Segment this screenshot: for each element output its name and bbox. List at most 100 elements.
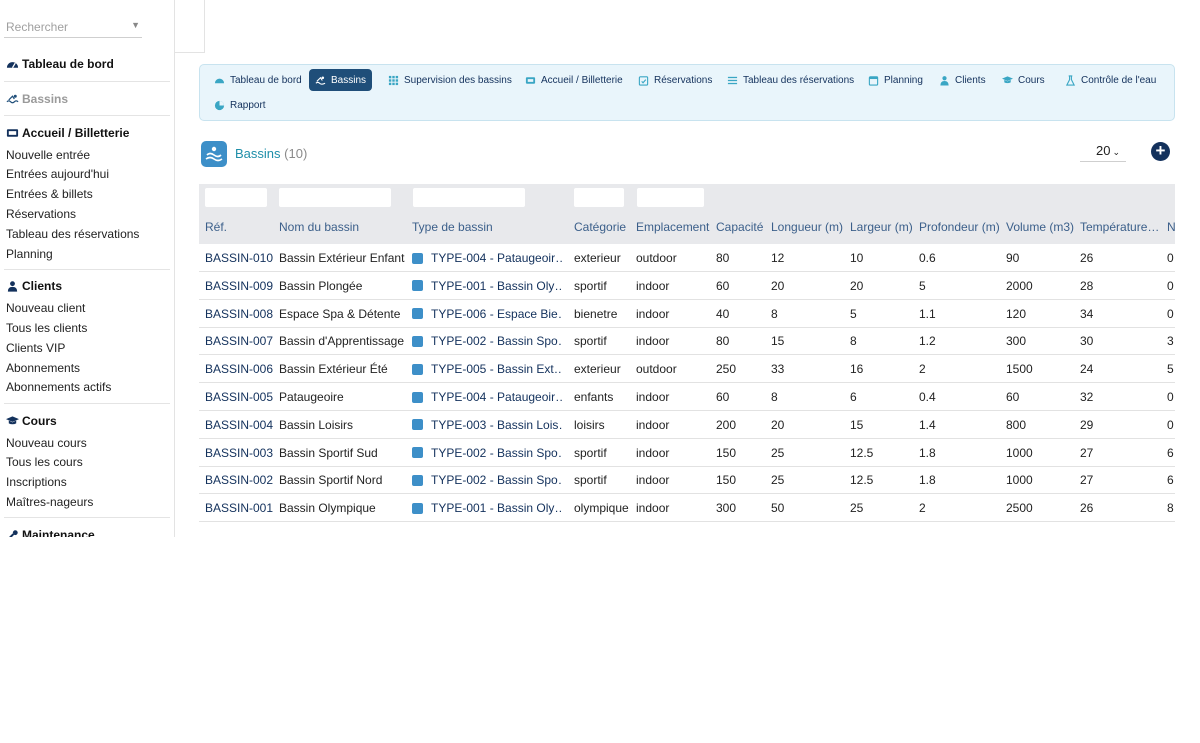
sidebar-item-new-entry[interactable]: Nouvelle entrée	[6, 148, 90, 162]
sidebar-section-title: Clients	[22, 279, 63, 293]
pool-type-icon	[412, 419, 423, 431]
filter-name-input[interactable]	[279, 188, 391, 207]
column-header-name[interactable]: Nom du bassin	[279, 220, 359, 234]
cell-depth: 0.6	[919, 251, 936, 265]
cell-ref[interactable]: BASSIN-001	[205, 501, 273, 515]
tab-planning[interactable]: Planning	[862, 69, 929, 91]
graduation-cap-icon	[1002, 75, 1013, 83]
tab-clients[interactable]: Clients	[933, 69, 992, 91]
cell-type[interactable]: TYPE-002 - Bassin Spo…	[412, 446, 562, 460]
cell-ref[interactable]: BASSIN-008	[205, 307, 273, 321]
column-header-ref[interactable]: Réf.	[205, 220, 227, 234]
sidebar-item-active-subscriptions[interactable]: Abonnements actifs	[6, 380, 111, 394]
sidebar-item-subscriptions[interactable]: Abonnements	[6, 361, 80, 375]
column-header-type[interactable]: Type de bassin	[412, 220, 493, 234]
sidebar-item-vip-clients[interactable]: Clients VIP	[6, 341, 65, 355]
sidebar-item-reservations-table[interactable]: Tableau des réservations	[6, 227, 139, 241]
calendar-check-icon	[638, 75, 649, 86]
cell-location: indoor	[636, 278, 670, 293]
cell-category: exterieur	[574, 251, 621, 265]
cell-ref[interactable]: BASSIN-004	[205, 418, 273, 432]
sidebar-item-all-clients[interactable]: Tous les clients	[6, 321, 87, 335]
column-header-width[interactable]: Largeur (m)	[850, 220, 913, 234]
cell-type[interactable]: TYPE-001 - Bassin Oly…	[412, 279, 562, 293]
sidebar-section-courses[interactable]: Cours	[6, 414, 57, 428]
table-row[interactable]: BASSIN-009 Bassin Plongée TYPE-001 - Bassi…	[199, 272, 1175, 300]
sidebar-item-all-courses[interactable]: Tous les cours	[6, 455, 83, 469]
search-input[interactable]: Rechercher ▼	[4, 16, 142, 38]
table-row[interactable]: BASSIN-005 Pataugeoire TYPE-004 - Pataugeo…	[199, 383, 1175, 411]
tab-reception[interactable]: Accueil / Billetterie	[519, 69, 629, 91]
cell-depth: 1.8	[919, 445, 936, 460]
swimmer-icon	[315, 75, 326, 85]
sidebar-item-planning[interactable]: Planning	[6, 247, 53, 261]
sidebar-item-lifeguards[interactable]: Maîtres-nageurs	[6, 495, 93, 509]
cell-type[interactable]: TYPE-001 - Bassin Oly…	[412, 501, 562, 515]
sidebar-item-dashboard[interactable]: Tableau de bord	[6, 57, 114, 71]
table-row[interactable]: BASSIN-007 Bassin d'Apprentissage TYPE-002…	[199, 327, 1175, 356]
filter-category-input[interactable]	[574, 188, 624, 207]
cell-ref[interactable]: BASSIN-009	[205, 279, 273, 293]
cell-n: 0	[1167, 306, 1174, 321]
sidebar-section-clients[interactable]: Clients	[6, 279, 62, 293]
cell-type[interactable]: TYPE-006 - Espace Bie…	[412, 307, 562, 321]
table-row[interactable]: BASSIN-001 Bassin Olympique TYPE-001 - Bas…	[199, 494, 1175, 522]
tab-water-control[interactable]: Contrôle de l'eau	[1059, 69, 1162, 91]
filter-ref-input[interactable]	[205, 188, 267, 207]
per-page-select[interactable]: 20 ⌄	[1080, 142, 1126, 162]
sidebar-item-registrations[interactable]: Inscriptions	[6, 475, 67, 489]
column-header-volume[interactable]: Volume (m3)	[1006, 220, 1074, 234]
tab-reservations-table[interactable]: Tableau des réservations	[721, 69, 860, 91]
sidebar-item-entries-tickets[interactable]: Entrées & billets	[6, 187, 93, 201]
cell-ref[interactable]: BASSIN-002	[205, 473, 273, 487]
cell-type[interactable]: TYPE-002 - Bassin Spo…	[412, 334, 562, 348]
sidebar-item-reservations[interactable]: Réservations	[6, 207, 76, 221]
tab-courses[interactable]: Cours	[996, 69, 1051, 91]
table-row[interactable]: BASSIN-004 Bassin Loisirs TYPE-003 - Bassi…	[199, 411, 1175, 439]
pool-list-icon	[201, 141, 227, 167]
tab-dashboard[interactable]: Tableau de bord	[208, 69, 308, 91]
column-header-category[interactable]: Catégorie	[574, 220, 626, 234]
table-row[interactable]: BASSIN-002 Bassin Sportif Nord TYPE-002 - …	[199, 466, 1175, 495]
column-header-location[interactable]: Emplacement	[636, 220, 709, 234]
cell-depth: 1.4	[919, 417, 936, 432]
sidebar-section-maintenance[interactable]: Maintenance	[6, 528, 95, 537]
tab-pools[interactable]: Bassins	[309, 69, 373, 91]
chevron-down-icon[interactable]: ▼	[131, 20, 140, 30]
cell-ref[interactable]: BASSIN-006	[205, 362, 273, 376]
cell-type[interactable]: TYPE-003 - Bassin Lois…	[412, 418, 562, 432]
table-row[interactable]: BASSIN-010 Bassin Extérieur Enfants TYPE-0…	[199, 244, 1175, 272]
column-header-n[interactable]: N	[1167, 220, 1175, 234]
sidebar-section-reception[interactable]: Accueil / Billetterie	[6, 126, 129, 140]
sidebar-section-title: Maintenance	[22, 528, 95, 537]
table-row[interactable]: BASSIN-006 Bassin Extérieur Été TYPE-005 -…	[199, 355, 1175, 384]
filter-type-input[interactable]	[413, 188, 525, 207]
tab-reservations[interactable]: Réservations	[632, 69, 718, 91]
column-header-depth[interactable]: Profondeur (m)	[919, 220, 1000, 234]
tab-report[interactable]: Rapport	[208, 94, 272, 116]
cell-ref[interactable]: BASSIN-003	[205, 446, 273, 460]
grid-icon	[388, 75, 399, 85]
sidebar-item-new-client[interactable]: Nouveau client	[6, 301, 85, 315]
cell-type[interactable]: TYPE-004 - Pataugeoir…	[412, 251, 562, 265]
divider	[4, 517, 170, 518]
add-pool-button[interactable]: +	[1151, 142, 1170, 161]
tab-pool-supervision[interactable]: Supervision des bassins	[382, 69, 518, 91]
cell-type[interactable]: TYPE-004 - Pataugeoir…	[412, 390, 562, 404]
sidebar-item-entries-today[interactable]: Entrées aujourd'hui	[6, 167, 109, 181]
table-row[interactable]: BASSIN-008 Espace Spa & Détente TYPE-006 -…	[199, 300, 1175, 328]
sidebar-item-pools[interactable]: Bassins	[6, 92, 68, 106]
cell-type[interactable]: TYPE-002 - Bassin Spo…	[412, 473, 562, 487]
column-header-capacity[interactable]: Capacité	[716, 220, 763, 234]
cell-ref[interactable]: BASSIN-005	[205, 390, 273, 404]
column-header-length[interactable]: Longueur (m)	[771, 220, 843, 234]
filter-location-input[interactable]	[637, 188, 704, 207]
cell-name: Espace Spa & Détente	[279, 306, 401, 321]
cell-ref[interactable]: BASSIN-007	[205, 334, 273, 348]
table-row[interactable]: BASSIN-003 Bassin Sportif Sud TYPE-002 - B…	[199, 439, 1175, 467]
cell-type[interactable]: TYPE-005 - Bassin Ext…	[412, 362, 562, 376]
sidebar-item-new-course[interactable]: Nouveau cours	[6, 436, 87, 450]
column-header-temperature[interactable]: Température…	[1080, 220, 1159, 234]
cell-ref[interactable]: BASSIN-010	[205, 251, 273, 265]
cell-n: 0	[1167, 417, 1174, 432]
